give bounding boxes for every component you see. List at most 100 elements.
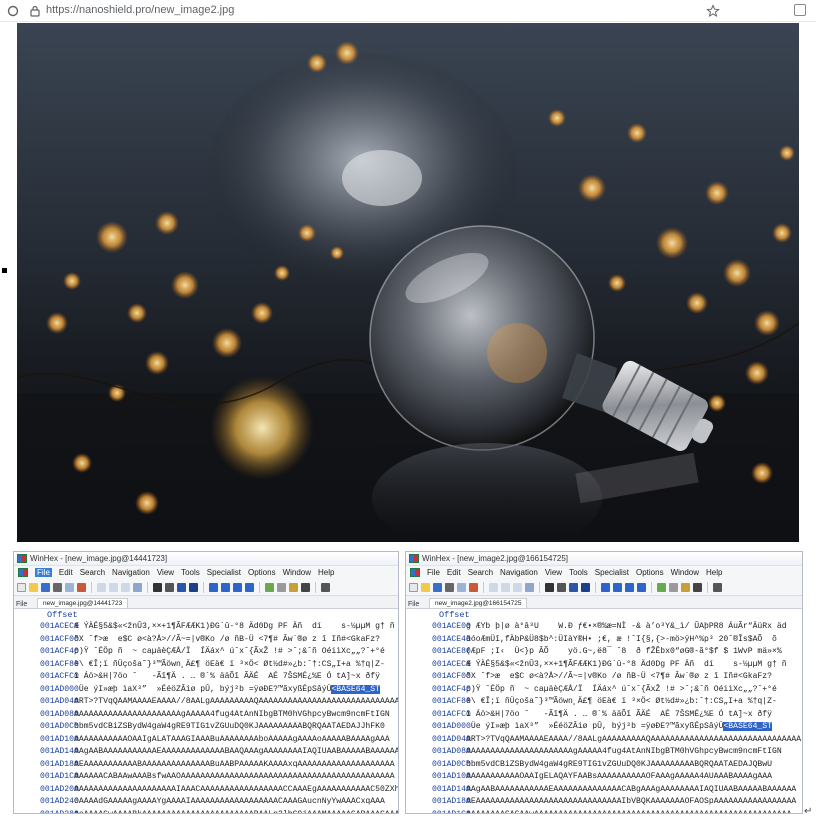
goto-offset-icon[interactable] xyxy=(209,582,218,592)
menu-specialist[interactable]: Specialist xyxy=(595,568,629,577)
open-folder-icon[interactable] xyxy=(421,582,430,592)
menu-specialist[interactable]: Specialist xyxy=(207,568,241,577)
row-text[interactable]: äóoÆmÜî,fÀbP&Ü8$b^:ÜIàY®H• ;€, æ !ˆI{§,{… xyxy=(466,634,802,647)
paste-special-icon[interactable] xyxy=(525,582,534,592)
hex-row[interactable]: 001AD180 AEAAAAAAAAAAAAAAAAAAAAAAAAAAAAAA… xyxy=(406,796,802,809)
row-text[interactable]: ì Áö>&H|7öo ˆ -Ãî¶Ä . … ®´% ääÕî ÃÄÉ AÉ … xyxy=(74,671,398,684)
hex-row[interactable]: 001AD040 ART>?TVqQAAMAAAAEAAAA//8AALgAAAA… xyxy=(14,696,398,709)
hex-row[interactable]: 001AD100 AAAAAAAAAAAOAAIgELAQAYFAABsAAAAA… xyxy=(406,771,802,784)
row-text[interactable]: Æ ÝÀÉ§5&$«<žnÛ3,××+1¶ÃFÆÆK1)ÐG´û-°8 Äd0D… xyxy=(74,621,398,634)
hex-row[interactable]: 001AD1C0 AAAAAAAAGAGAAwAAAAAAAAAAAAAAAAAA… xyxy=(406,809,802,814)
search-icon[interactable] xyxy=(301,582,310,592)
row-text[interactable]: AEAAAAAAAAAAAAAAAAAAAAAAAAAAAAAAIbVBQKAA… xyxy=(466,796,802,809)
find-text-icon[interactable] xyxy=(545,582,554,592)
menu-file[interactable]: File xyxy=(427,568,440,577)
hex-row[interactable]: 001ACE40 äóoÆmÜî,fÀbP&Ü8$b^:ÜIàY®H• ;€, æ… xyxy=(406,634,802,647)
lock-icon[interactable] xyxy=(28,4,42,18)
hex-row[interactable]: 001ACF80 è\ €Î;ï ñÜçoša˜}³™Ãöwn¸Ä£¶ öEà€ … xyxy=(14,659,398,672)
hex-row[interactable]: 001AD100 AAAAAAAAAAAOAAIgALATAAAGIAAABuAA… xyxy=(14,734,398,747)
goto-sector-icon[interactable] xyxy=(221,582,230,592)
paste-icon[interactable] xyxy=(513,582,522,592)
hex-row[interactable]: 001ACF00 õX ˆf>æ e$C ø<à?Å>//Ã~=|v®Ko /ø … xyxy=(406,671,802,684)
row-text[interactable]: AAAAAAAAAAAOAAIgALATAAAGIAAABuAAAAAAAAbo… xyxy=(74,734,398,747)
cut-icon[interactable] xyxy=(97,582,106,592)
forward-arrow-icon[interactable] xyxy=(245,582,254,592)
hex-row[interactable]: 001ACF40 p)Ÿ ˆÉÖp ñ ~ caµäèÇÆÅ/Ï ÍÄáx^ úˆ… xyxy=(406,684,802,697)
row-text[interactable]: AEAAAAAAAAAAABAAAAAAAAAAAAAABuAABPAAAAAK… xyxy=(74,759,398,772)
hex-row[interactable]: 001ACE80 (ÆpF ;I‹ Ü<}p ÂÕ yö.G~,ë8¯ ˆ8 ð … xyxy=(406,646,802,659)
hex-row[interactable]: 001AD140 AAgAABAAAAAAAAAAAEAAAAAAAAAAAAAB… xyxy=(14,746,398,759)
bookmark-star-icon[interactable] xyxy=(706,4,720,18)
hex-row[interactable]: 001AD0C0 hbm5vdCBiZSBydW4gaW4gRE9TIG1vZGU… xyxy=(14,721,398,734)
tab-new-image2[interactable]: new_image2.jpg@166154725 xyxy=(429,598,528,608)
extension-icon[interactable] xyxy=(794,4,806,16)
menu-help[interactable]: Help xyxy=(318,568,334,577)
hex-row[interactable]: 001AD240 0AAAAdGAAAAAgAAAAYgAAAAIAAAAAAAA… xyxy=(14,796,398,809)
undo-icon[interactable] xyxy=(469,582,478,592)
hex-row[interactable]: 001ACF40 p)Ÿ ˆÉÖp ñ ~ caµäèÇÆÅ/Ï ÍÄáx^ úˆ… xyxy=(14,646,398,659)
row-text[interactable]: Üe ýI»æþ ìaX³” »ÉéöZÂiø pÛ, býj²b =ÿøÐE?… xyxy=(74,684,398,697)
hex-row[interactable]: 001AD080 AAAAAAAAAAAAAAAAAAAAAAgAAAAA4fug… xyxy=(406,746,802,759)
tab-new-image[interactable]: new_image.jpg@14441723 xyxy=(37,598,129,608)
paste-special-icon[interactable] xyxy=(133,582,142,592)
menu-view[interactable]: View xyxy=(157,568,174,577)
row-text[interactable]: õX ˆf>æ e$C ø<à?Å>//Ã~=|v®Ko /ø ñB-Ü <7¶… xyxy=(466,671,802,684)
row-text[interactable]: AAAAAAAAAAAAAAAAAAAAAIAAACAAAAAAAAAAAAAA… xyxy=(74,784,398,797)
selection-highlight[interactable]: <BASE64_ST xyxy=(723,722,773,731)
hex-row[interactable]: 001AD1C0 AAAAAACABAAwAAABsfwAAOAAAAAAAAAA… xyxy=(14,771,398,784)
options-icon[interactable] xyxy=(321,582,330,592)
row-text[interactable]: ì Áö>&H|7öo ˆ -Ãî¶Ä . … ®´% ääÕî ÃÄÉ AÉ … xyxy=(466,709,802,722)
hex-row[interactable]: 001AD180 AEAAAAAAAAAAABAAAAAAAAAAAAAABuAA… xyxy=(14,759,398,772)
menu-navigation[interactable]: Navigation xyxy=(500,568,538,577)
properties-icon[interactable] xyxy=(457,582,466,592)
hex-row[interactable]: 001AD0C0 hbm5vdCBiZSBydW4gaW4gRE9TIG1vZGU… xyxy=(406,759,802,772)
row-text[interactable]: è\ €Î;ï ñÜçoša˜}³™Ãöwn¸Ä£¶ öEà€ ï ³×Ö< Ø… xyxy=(74,659,398,672)
row-text[interactable]: ART>?TVqQAAMAAAAEAAAA//8AALgAAAAAAAAAQAA… xyxy=(466,734,802,747)
row-text[interactable]: è\ €Î;ï ñÜçoša˜}³™Ãöwn¸Ä£¶ öEà€ ï ³×Ö< Ø… xyxy=(466,696,802,709)
hex-row[interactable]: 001ACEC0 Æ ÝÀÉ§5&$«<žnÛ3,××+1¶ÃFÆÆK1)ÐG´û… xyxy=(14,621,398,634)
hex-row[interactable]: 001ACF00 õX ˆf>æ e$C ø<à?Å>//Ã~=|v®Ko /ø … xyxy=(14,634,398,647)
menu-file[interactable]: File xyxy=(35,568,52,577)
forward-arrow-icon[interactable] xyxy=(637,582,646,592)
open-disk-icon[interactable] xyxy=(265,582,274,592)
menu-edit[interactable]: Edit xyxy=(59,568,73,577)
print-icon[interactable] xyxy=(53,582,62,592)
calculator-icon[interactable] xyxy=(289,582,298,592)
find-next-icon[interactable] xyxy=(581,582,590,592)
menu-tools[interactable]: Tools xyxy=(181,568,200,577)
row-text[interactable]: hbm5vdCBiZSBydW4gaW4gRE9TIG1vZGUuDQ0KJAA… xyxy=(74,721,398,734)
menu-edit[interactable]: Edit xyxy=(447,568,461,577)
row-text[interactable]: AAAAAAAAGAGAAwAAAAAAAAAAAAAAAAAAAAAAAAAA… xyxy=(466,809,802,814)
hex-row[interactable]: 001AD280 AoAAAAGwAAAABkAAAAAAAAAAAAAAAAAA… xyxy=(14,809,398,814)
hex-row[interactable]: 001ACFC0 ì Áö>&H|7öo ˆ -Ãî¶Ä . … ®´% ääÕî… xyxy=(14,671,398,684)
calculator-icon[interactable] xyxy=(681,582,690,592)
new-file-icon[interactable] xyxy=(409,582,418,592)
copy-icon[interactable] xyxy=(109,582,118,592)
goto-sector-icon[interactable] xyxy=(613,582,622,592)
hex-row[interactable]: 001AD140 AAgAABAAAAAAAAAAAEAAAAAAAAAAAAAA… xyxy=(406,784,802,797)
hex-row[interactable]: 001AD000 Üe ýI»æþ ìaX³” »ÉéöZÂiø pÛ, býj… xyxy=(14,684,398,697)
new-file-icon[interactable] xyxy=(17,582,26,592)
find-hex-icon[interactable] xyxy=(165,582,174,592)
hex-row[interactable]: 001AD080 AAAAAAAAAAAAAAAAAAAAAAgAAAAA4fug… xyxy=(14,709,398,722)
row-text[interactable]: AoAAAAGwAAAABkAAAAAAAAAAAAAAAAAAAAAAABAA… xyxy=(74,809,398,814)
row-text[interactable]: Æ ÝÀÉ§5&$«<žnÛ3,××+1¶ÃFÆÆK1)ÐG´û-°8 Äd0D… xyxy=(466,659,802,672)
row-text[interactable]: (ÆpF ;I‹ Ü<}p ÂÕ yö.G~,ë8¯ ˆ8 ð fŽÊbx0“ø… xyxy=(466,646,802,659)
row-text[interactable]: AAgAABAAAAAAAAAAAEAAAAAAAAAAAAAACABgAAAg… xyxy=(466,784,802,797)
row-text[interactable]: hbm5vdCBiZSBydW4gaW4gRE9TIG1vZGUuDQ0KJAA… xyxy=(466,759,802,772)
row-text[interactable]: p)Ÿ ˆÉÖp ñ ~ caµäèÇÆÅ/Ï ÍÄáx^ úˆxˆ{ÃxŽ !… xyxy=(466,684,802,697)
menu-options[interactable]: Options xyxy=(248,568,276,577)
menu-tools[interactable]: Tools xyxy=(569,568,588,577)
hex-row[interactable]: 001AD000 Üe ýI»æþ ìaX³” »ÉéöZÂiø pÛ, býj… xyxy=(406,721,802,734)
hex-row[interactable]: 001AD200 AAAAAAAAAAAAAAAAAAAAAIAAACAAAAAA… xyxy=(14,784,398,797)
replace-icon[interactable] xyxy=(569,582,578,592)
find-hex-icon[interactable] xyxy=(557,582,566,592)
row-text[interactable]: AAgAABAAAAAAAAAAAEAAAAAAAAAAAAABAAQAAAgA… xyxy=(74,746,398,759)
hex-row[interactable]: 001ACFC0 ì Áö>&H|7öo ˆ -Ãî¶Ä . … ®´% ääÕî… xyxy=(406,709,802,722)
find-next-icon[interactable] xyxy=(189,582,198,592)
menu-view[interactable]: View xyxy=(545,568,562,577)
row-text[interactable]: AAAAAAAAAAAAAAAAAAAAAAgAAAAA4fug4AtAnNIb… xyxy=(74,709,398,722)
hex-row[interactable]: 001ACEC0 Æ ÝÀÉ§5&$«<žnÛ3,××+1¶ÃFÆÆK1)ÐG´û… xyxy=(406,659,802,672)
row-text[interactable]: AAAAAACABAAwAAABsfwAAOAAAAAAAAAAAAAAAAAA… xyxy=(74,771,398,784)
find-text-icon[interactable] xyxy=(153,582,162,592)
